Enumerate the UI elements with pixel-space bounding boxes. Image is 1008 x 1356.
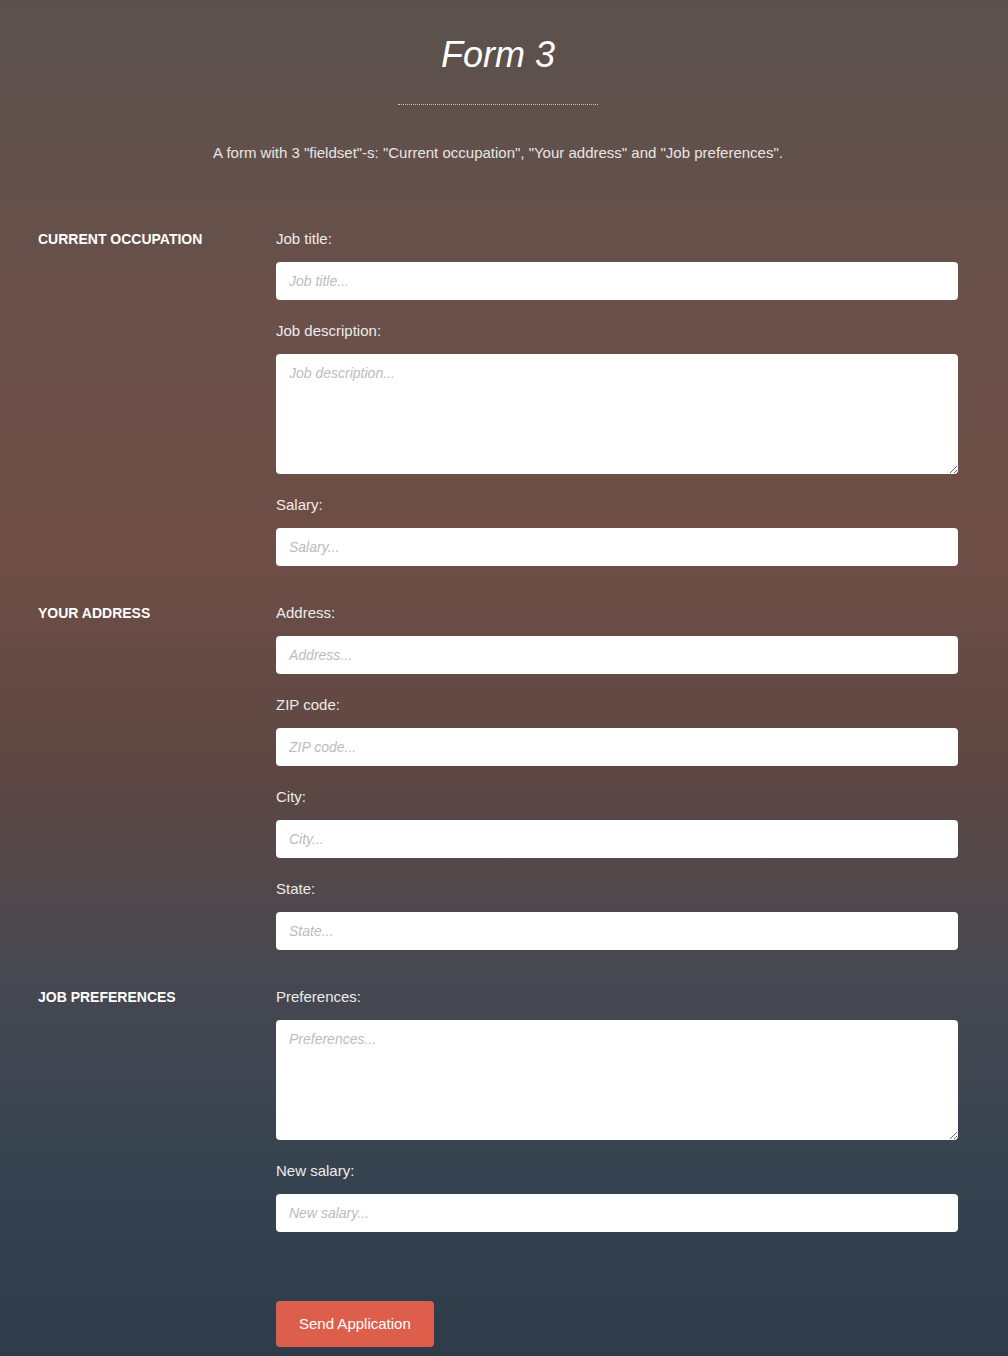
field-label: City: [276,787,958,807]
text-area[interactable] [276,354,958,474]
fieldset-fields: Preferences: New salary: [276,987,958,1253]
fieldset-fields: Address: ZIP code: City: State: [276,603,958,971]
text-area[interactable] [276,1020,958,1140]
fieldset: CURRENT OCCUPATIONJob title: Job descript… [38,229,958,587]
field-label: Address: [276,603,958,623]
form-group: Job title: [276,229,958,300]
field-label: ZIP code: [276,695,958,715]
send-button[interactable]: Send Application [276,1301,434,1347]
form-group: City: [276,787,958,858]
field-label: Job description: [276,321,958,341]
form-actions: Send Application [276,1301,958,1347]
field-label: Salary: [276,495,958,515]
form-group: Preferences: [276,987,958,1140]
fieldset-legend: JOB PREFERENCES [38,987,276,1253]
text-input[interactable] [276,912,958,950]
application-form: CURRENT OCCUPATIONJob title: Job descript… [38,229,958,1347]
fieldset-fields: Job title: Job description: Salary: [276,229,958,587]
fieldset: YOUR ADDRESSAddress: ZIP code: City: State: [38,603,958,971]
fieldset-legend: CURRENT OCCUPATION [38,229,276,587]
form-title: Form 3 [38,33,958,76]
field-label: New salary: [276,1161,958,1181]
form-group: Address: [276,603,958,674]
page: Form 3 A form with 3 "fieldset"-s: "Curre… [0,0,1008,1356]
text-input[interactable] [276,1194,958,1232]
field-label: Job title: [276,229,958,249]
form-group: State: [276,879,958,950]
text-input[interactable] [276,820,958,858]
fieldset: JOB PREFERENCESPreferences: New salary: [38,987,958,1253]
title-divider [398,104,598,105]
form-group: New salary: [276,1161,958,1232]
field-label: State: [276,879,958,899]
field-label: Preferences: [276,987,958,1007]
text-input[interactable] [276,636,958,674]
form-group: Salary: [276,495,958,566]
form-description: A form with 3 "fieldset"-s: "Current occ… [38,142,958,164]
form-group: Job description: [276,321,958,474]
form-group: ZIP code: [276,695,958,766]
text-input[interactable] [276,528,958,566]
fieldset-legend: YOUR ADDRESS [38,603,276,971]
text-input[interactable] [276,728,958,766]
text-input[interactable] [276,262,958,300]
